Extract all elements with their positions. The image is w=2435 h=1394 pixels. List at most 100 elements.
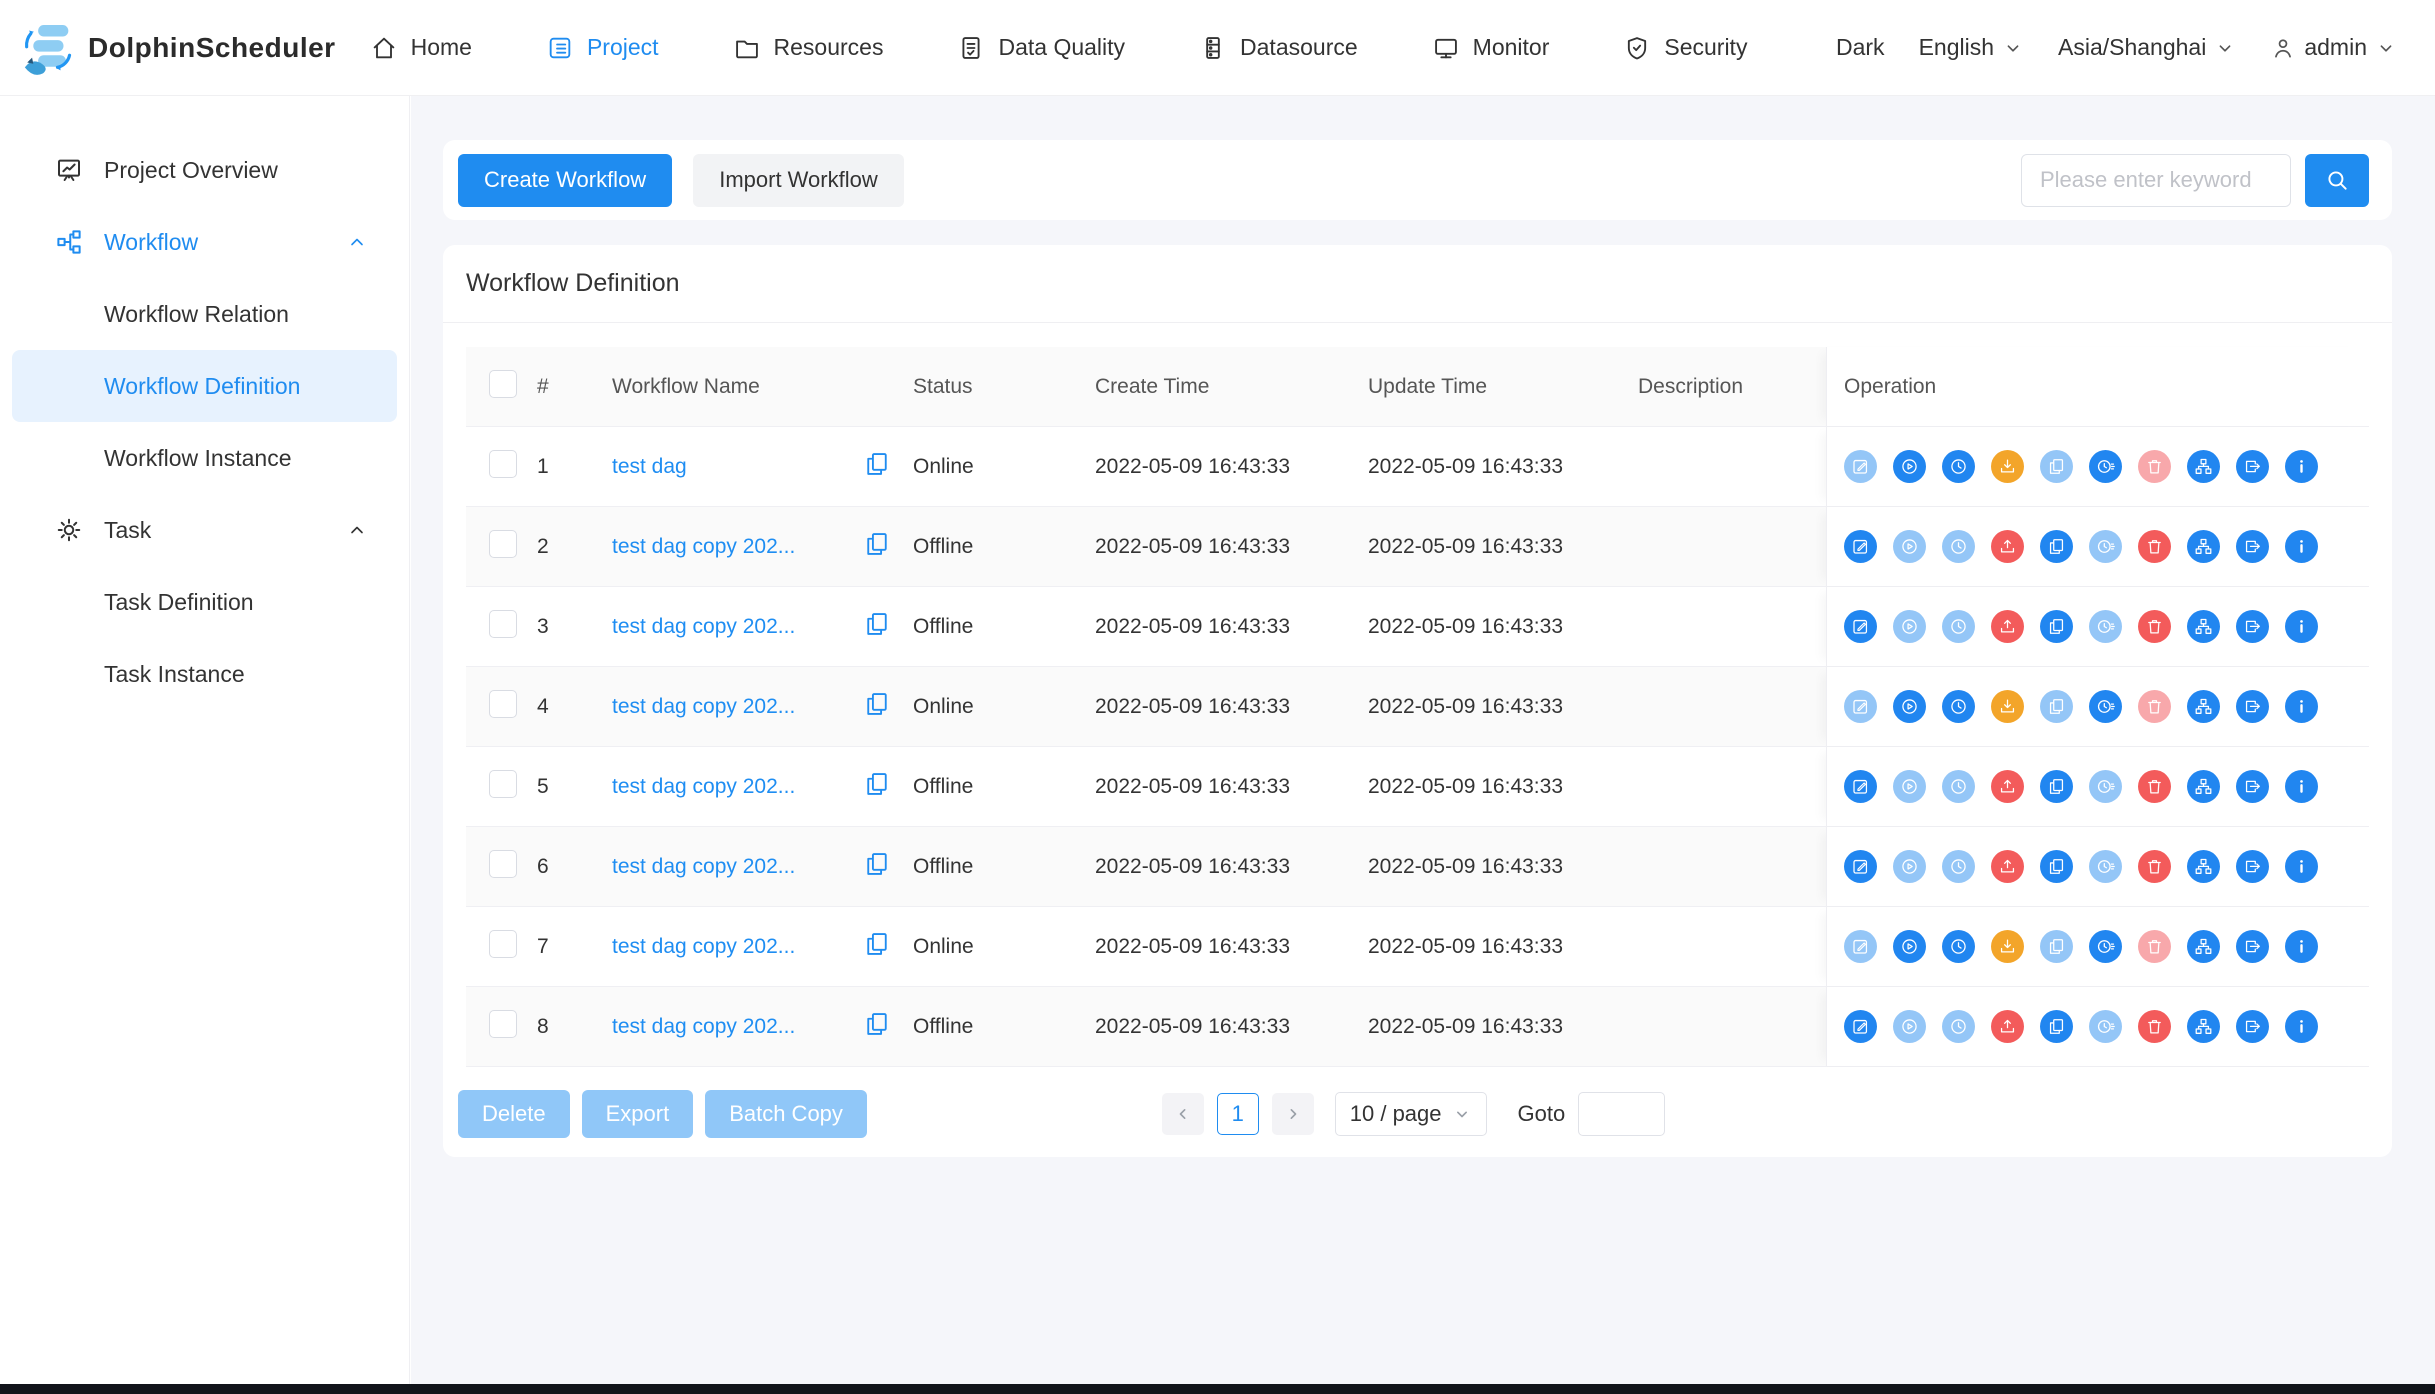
row-checkbox[interactable] xyxy=(489,930,517,958)
nav-item-resources[interactable]: Resources xyxy=(733,34,884,62)
sidebar-item-task[interactable]: Task xyxy=(12,494,397,566)
search-button[interactable] xyxy=(2305,154,2369,207)
edit-button[interactable] xyxy=(1844,930,1877,963)
select-all-checkbox[interactable] xyxy=(489,370,517,398)
version-info-button[interactable] xyxy=(2285,850,2318,883)
version-info-button[interactable] xyxy=(2285,450,2318,483)
edit-button[interactable] xyxy=(1844,850,1877,883)
version-info-button[interactable] xyxy=(2285,1010,2318,1043)
copy-name-icon[interactable] xyxy=(863,850,891,878)
copy-workflow-button[interactable] xyxy=(2040,930,2073,963)
row-checkbox[interactable] xyxy=(489,770,517,798)
sidebar-item-project-overview[interactable]: Project Overview xyxy=(12,134,397,206)
cron-manage-button[interactable] xyxy=(2089,450,2122,483)
prev-page-button[interactable] xyxy=(1162,1093,1204,1135)
row-checkbox[interactable] xyxy=(489,450,517,478)
import-workflow-button[interactable]: Import Workflow xyxy=(693,154,904,207)
release-button[interactable] xyxy=(1991,770,2024,803)
export-button[interactable] xyxy=(2236,450,2269,483)
delete-button[interactable] xyxy=(2138,450,2171,483)
page-size-select[interactable]: 10 / page xyxy=(1335,1092,1487,1136)
language-select[interactable]: English xyxy=(1919,34,2024,61)
edit-button[interactable] xyxy=(1844,690,1877,723)
workflow-name-link[interactable]: test dag copy 202... xyxy=(612,615,795,639)
copy-name-icon[interactable] xyxy=(863,1010,891,1038)
tree-view-button[interactable] xyxy=(2187,850,2220,883)
copy-workflow-button[interactable] xyxy=(2040,690,2073,723)
tree-view-button[interactable] xyxy=(2187,690,2220,723)
tree-view-button[interactable] xyxy=(2187,450,2220,483)
export-button[interactable] xyxy=(2236,930,2269,963)
run-button[interactable] xyxy=(1893,530,1926,563)
workflow-name-link[interactable]: test dag copy 202... xyxy=(612,535,795,559)
tree-view-button[interactable] xyxy=(2187,610,2220,643)
tree-view-button[interactable] xyxy=(2187,770,2220,803)
release-button[interactable] xyxy=(1991,530,2024,563)
copy-workflow-button[interactable] xyxy=(2040,1010,2073,1043)
export-button[interactable] xyxy=(2236,850,2269,883)
nav-item-home[interactable]: Home xyxy=(370,34,472,62)
delete-button[interactable] xyxy=(2138,770,2171,803)
sidebar-item-workflow[interactable]: Workflow xyxy=(12,206,397,278)
timing-button[interactable] xyxy=(1942,930,1975,963)
export-button[interactable] xyxy=(2236,690,2269,723)
release-button[interactable] xyxy=(1991,450,2024,483)
create-workflow-button[interactable]: Create Workflow xyxy=(458,154,672,207)
cron-manage-button[interactable] xyxy=(2089,530,2122,563)
release-button[interactable] xyxy=(1991,1010,2024,1043)
version-info-button[interactable] xyxy=(2285,610,2318,643)
sidebar-item-workflow-relation[interactable]: Workflow Relation xyxy=(12,278,397,350)
version-info-button[interactable] xyxy=(2285,770,2318,803)
row-checkbox[interactable] xyxy=(489,850,517,878)
nav-item-project[interactable]: Project xyxy=(546,34,659,62)
export-button[interactable] xyxy=(2236,770,2269,803)
copy-workflow-button[interactable] xyxy=(2040,850,2073,883)
copy-name-icon[interactable] xyxy=(863,610,891,638)
sidebar-item-workflow-definition[interactable]: Workflow Definition xyxy=(12,350,397,422)
cron-manage-button[interactable] xyxy=(2089,930,2122,963)
cron-manage-button[interactable] xyxy=(2089,1010,2122,1043)
nav-item-data-quality[interactable]: Data Quality xyxy=(957,34,1125,62)
copy-name-icon[interactable] xyxy=(863,930,891,958)
theme-toggle[interactable]: Dark xyxy=(1836,34,1885,61)
edit-button[interactable] xyxy=(1844,450,1877,483)
timing-button[interactable] xyxy=(1942,450,1975,483)
copy-name-icon[interactable] xyxy=(863,530,891,558)
delete-button[interactable] xyxy=(2138,530,2171,563)
workflow-name-link[interactable]: test dag copy 202... xyxy=(612,775,795,799)
nav-item-monitor[interactable]: Monitor xyxy=(1432,34,1550,62)
version-info-button[interactable] xyxy=(2285,930,2318,963)
run-button[interactable] xyxy=(1893,690,1926,723)
timing-button[interactable] xyxy=(1942,770,1975,803)
version-info-button[interactable] xyxy=(2285,690,2318,723)
batch-export-button[interactable]: Export xyxy=(582,1090,694,1138)
timing-button[interactable] xyxy=(1942,690,1975,723)
edit-button[interactable] xyxy=(1844,770,1877,803)
nav-item-security[interactable]: Security xyxy=(1623,34,1747,62)
edit-button[interactable] xyxy=(1844,1010,1877,1043)
timezone-select[interactable]: Asia/Shanghai xyxy=(2058,34,2236,61)
copy-name-icon[interactable] xyxy=(863,450,891,478)
row-checkbox[interactable] xyxy=(489,690,517,718)
workflow-name-link[interactable]: test dag copy 202... xyxy=(612,1015,795,1039)
delete-button[interactable] xyxy=(2138,850,2171,883)
timing-button[interactable] xyxy=(1942,610,1975,643)
run-button[interactable] xyxy=(1893,450,1926,483)
delete-button[interactable] xyxy=(2138,690,2171,723)
release-button[interactable] xyxy=(1991,850,2024,883)
edit-button[interactable] xyxy=(1844,610,1877,643)
timing-button[interactable] xyxy=(1942,850,1975,883)
goto-page-input[interactable] xyxy=(1578,1092,1665,1136)
copy-workflow-button[interactable] xyxy=(2040,770,2073,803)
copy-name-icon[interactable] xyxy=(863,770,891,798)
copy-workflow-button[interactable] xyxy=(2040,450,2073,483)
edit-button[interactable] xyxy=(1844,530,1877,563)
tree-view-button[interactable] xyxy=(2187,930,2220,963)
cron-manage-button[interactable] xyxy=(2089,610,2122,643)
nav-item-datasource[interactable]: Datasource xyxy=(1199,34,1358,62)
export-button[interactable] xyxy=(2236,530,2269,563)
copy-workflow-button[interactable] xyxy=(2040,610,2073,643)
row-checkbox[interactable] xyxy=(489,530,517,558)
workflow-name-link[interactable]: test dag copy 202... xyxy=(612,695,795,719)
tree-view-button[interactable] xyxy=(2187,530,2220,563)
